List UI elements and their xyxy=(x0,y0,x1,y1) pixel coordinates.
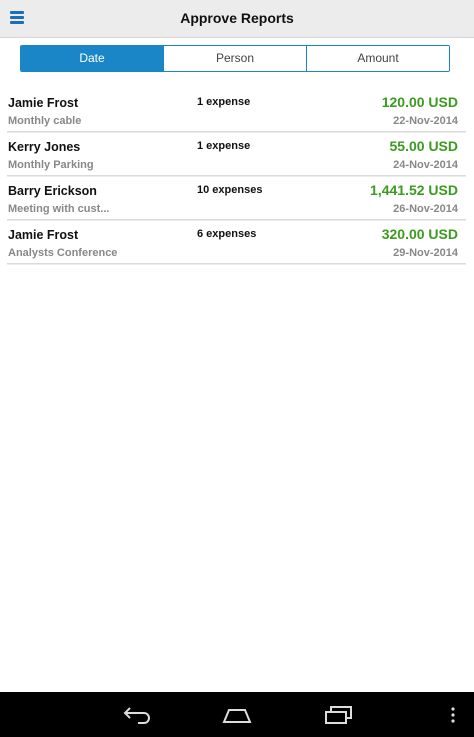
report-amount: 120.00 USD xyxy=(381,94,458,110)
back-icon[interactable] xyxy=(122,704,152,724)
overflow-menu-icon[interactable] xyxy=(449,707,457,723)
report-list: Jamie Frost 1 expense 120.00 USD Monthly… xyxy=(7,88,466,264)
expense-count: 1 expense xyxy=(197,140,251,152)
report-description: Meeting with cust... xyxy=(8,203,110,215)
report-person: Barry Erickson xyxy=(8,184,97,198)
tab-person[interactable]: Person xyxy=(164,46,307,71)
expense-count: 10 expenses xyxy=(197,184,263,196)
report-date: 24-Nov-2014 xyxy=(393,159,458,171)
list-item[interactable]: Jamie Frost 1 expense 120.00 USD Monthly… xyxy=(7,88,466,132)
report-amount: 55.00 USD xyxy=(389,138,458,154)
page-title: Approve Reports xyxy=(180,10,294,26)
list-item[interactable]: Kerry Jones 1 expense 55.00 USD Monthly … xyxy=(7,132,466,176)
report-person: Jamie Frost xyxy=(8,96,79,110)
tab-amount[interactable]: Amount xyxy=(307,46,449,71)
app-bar: Approve Reports xyxy=(0,0,474,38)
report-description: Monthly Parking xyxy=(8,159,94,171)
home-icon[interactable] xyxy=(222,704,252,724)
report-description: Analysts Conference xyxy=(8,247,118,259)
report-amount: 320.00 USD xyxy=(381,226,458,242)
list-item[interactable]: Barry Erickson 10 expenses 1,441.52 USD … xyxy=(7,176,466,220)
expense-count: 6 expenses xyxy=(197,228,257,240)
system-nav-bar xyxy=(0,692,474,737)
report-date: 22-Nov-2014 xyxy=(393,115,458,127)
report-description: Monthly cable xyxy=(8,115,82,127)
list-item[interactable]: Jamie Frost 6 expenses 320.00 USD Analys… xyxy=(7,220,466,264)
report-amount: 1,441.52 USD xyxy=(370,182,458,198)
report-date: 26-Nov-2014 xyxy=(393,203,458,215)
report-person: Kerry Jones xyxy=(8,140,81,154)
tab-date[interactable]: Date xyxy=(21,46,164,71)
recents-icon[interactable] xyxy=(323,704,353,724)
report-date: 29-Nov-2014 xyxy=(393,247,458,259)
expense-count: 1 expense xyxy=(197,96,251,108)
report-person: Jamie Frost xyxy=(8,228,79,242)
sort-tabs: Date Person Amount xyxy=(20,45,450,72)
